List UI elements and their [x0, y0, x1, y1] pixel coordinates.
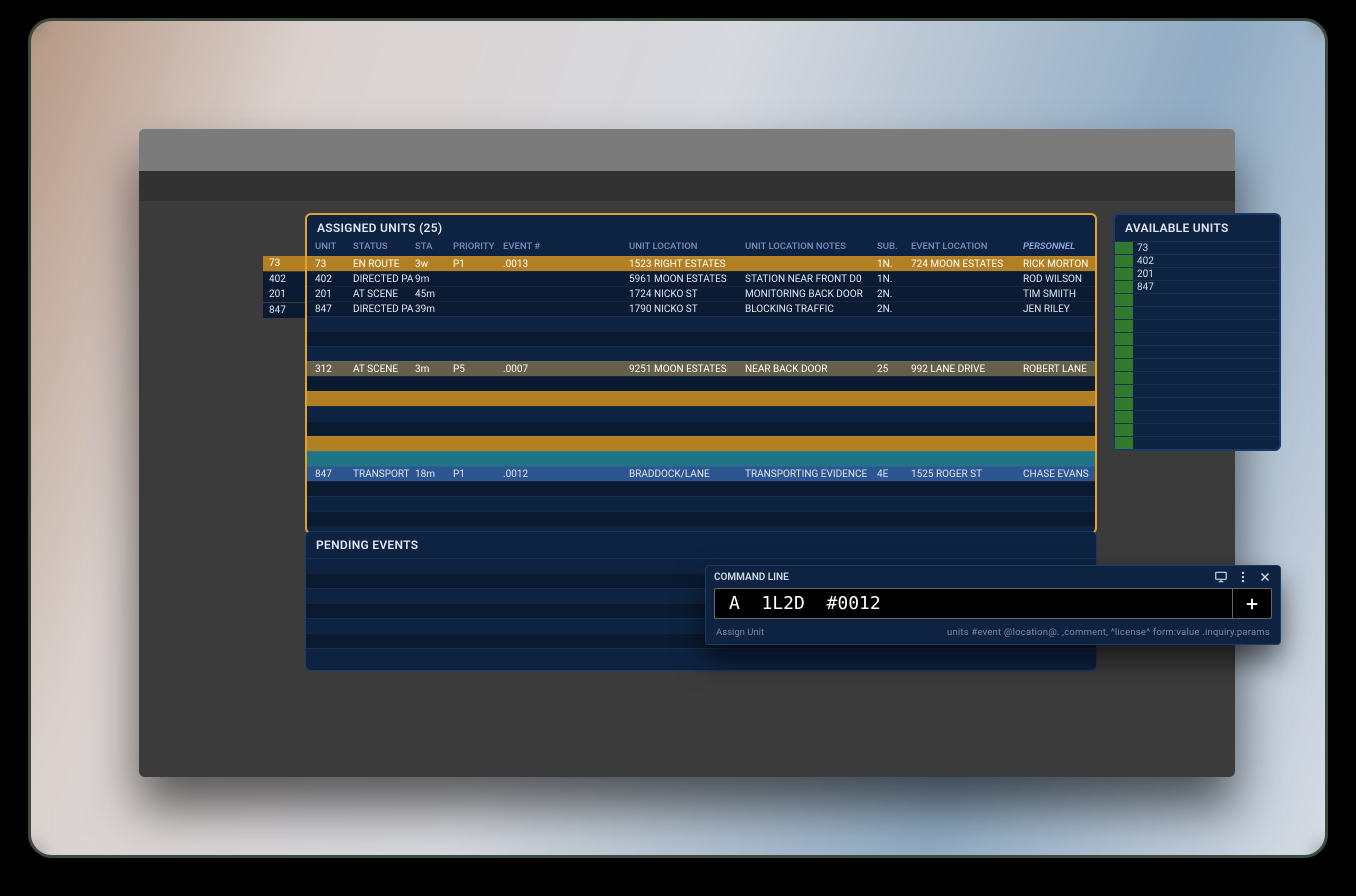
available-unit-row[interactable]	[1115, 332, 1279, 345]
table-row[interactable]	[307, 346, 1095, 361]
table-row[interactable]: 847DIRECTED PA39m1790 NICKO STBLOCKING T…	[307, 301, 1095, 316]
available-units-panel[interactable]: AVAILABLE UNITS 73402201847	[1113, 213, 1281, 451]
table-row[interactable]	[307, 496, 1095, 511]
table-row[interactable]	[307, 316, 1095, 331]
unit-badge[interactable]: 402	[263, 272, 305, 287]
table-row[interactable]	[307, 376, 1095, 391]
table-row[interactable]: 402DIRECTED PA9m5961 MOON ESTATESSTATION…	[307, 271, 1095, 286]
status-chip	[1115, 294, 1133, 306]
available-unit-row[interactable]	[1115, 423, 1279, 436]
available-unit-row[interactable]	[1115, 371, 1279, 384]
table-row[interactable]: 847TRANSPORT18mP1.0012BRADDOCK/LANETRANS…	[307, 466, 1095, 481]
status-chip	[1115, 281, 1133, 293]
pending-events-title: PENDING EVENTS	[306, 532, 1096, 558]
available-unit-row[interactable]: 847	[1115, 280, 1279, 293]
available-units-title: AVAILABLE UNITS	[1115, 215, 1279, 241]
command-hints: units #event @location@. ,comment, ^lice…	[947, 627, 1270, 638]
status-chip	[1115, 359, 1133, 371]
col-event[interactable]: EVENT #	[503, 241, 563, 252]
assigned-units-headers: UNIT STATUS STA PRIORITY EVENT # UNIT LO…	[307, 241, 1095, 256]
unit-badge[interactable]: 847	[263, 303, 305, 318]
command-input[interactable]	[714, 588, 1232, 619]
status-chip	[1115, 255, 1133, 267]
available-unit-row[interactable]	[1115, 345, 1279, 358]
unit-badge[interactable]: 201	[263, 287, 305, 302]
col-personnel[interactable]: PERSONNEL	[1023, 241, 1101, 252]
col-priority[interactable]: PRIORITY	[453, 241, 503, 252]
status-chip	[1115, 320, 1133, 332]
status-chip	[1115, 307, 1133, 319]
table-row[interactable]	[307, 481, 1095, 496]
table-row[interactable]	[307, 511, 1095, 526]
command-sub: Assign Unit	[716, 627, 764, 638]
table-row[interactable]	[307, 421, 1095, 436]
available-rows: 73402201847	[1115, 241, 1279, 449]
more-icon[interactable]	[1236, 570, 1250, 584]
window-titlebar[interactable]	[139, 129, 1235, 171]
table-row[interactable]	[307, 406, 1095, 421]
status-chip	[1115, 268, 1133, 280]
status-chip	[1115, 385, 1133, 397]
status-chip	[1115, 411, 1133, 423]
status-chip	[1115, 242, 1133, 254]
command-line-panel[interactable]: COMMAND LINE	[705, 565, 1281, 645]
device-frame: ASSIGNED UNITS (25) UNIT STATUS STA PRIO…	[28, 18, 1328, 858]
col-event-location[interactable]: EVENT LOCATION	[911, 241, 1023, 252]
table-row[interactable]: 201AT SCENE45m1724 NICKO STMONITORING BA…	[307, 286, 1095, 301]
col-status[interactable]: STATUS	[353, 241, 415, 252]
assigned-units-title: ASSIGNED UNITS (25)	[307, 215, 1095, 241]
assigned-units-panel[interactable]: ASSIGNED UNITS (25) UNIT STATUS STA PRIO…	[305, 213, 1097, 534]
available-unit-row[interactable]	[1115, 293, 1279, 306]
table-row[interactable]	[307, 331, 1095, 346]
table-row[interactable]: 312AT SCENE3mP5.00079251 MOON ESTATESNEA…	[307, 361, 1095, 376]
table-row[interactable]	[307, 451, 1095, 466]
available-unit-row[interactable]	[1115, 397, 1279, 410]
col-unit-location-notes[interactable]: UNIT LOCATION NOTES	[745, 241, 877, 252]
window-menubar[interactable]	[139, 171, 1235, 201]
unit-badge[interactable]: 73	[263, 256, 305, 271]
close-icon[interactable]	[1258, 570, 1272, 584]
table-row[interactable]: 73EN ROUTE3wP1.00131523 RIGHT ESTATES1N.…	[307, 256, 1095, 271]
status-chip	[1115, 437, 1133, 449]
screen-icon[interactable]	[1214, 570, 1228, 584]
col-sub[interactable]: SUB.	[877, 241, 911, 252]
status-chip	[1115, 372, 1133, 384]
available-unit-row[interactable]: 201	[1115, 267, 1279, 280]
available-unit-row[interactable]	[1115, 410, 1279, 423]
status-chip	[1115, 398, 1133, 410]
col-unit-location[interactable]: UNIT LOCATION	[629, 241, 745, 252]
available-unit-row[interactable]	[1115, 358, 1279, 371]
table-row[interactable]	[307, 391, 1095, 406]
status-chip	[1115, 346, 1133, 358]
available-unit-row[interactable]: 73	[1115, 241, 1279, 254]
available-unit-row[interactable]	[1115, 319, 1279, 332]
status-chip	[1115, 424, 1133, 436]
available-unit-row[interactable]	[1115, 306, 1279, 319]
app-window: ASSIGNED UNITS (25) UNIT STATUS STA PRIO…	[139, 129, 1235, 777]
assigned-rows: 73EN ROUTE3wP1.00131523 RIGHT ESTATES1N.…	[307, 256, 1095, 526]
available-unit-row[interactable]	[1115, 436, 1279, 449]
col-unit[interactable]: UNIT	[315, 241, 353, 252]
command-line-title: COMMAND LINE	[714, 572, 789, 583]
available-unit-row[interactable]	[1115, 384, 1279, 397]
table-row[interactable]	[307, 436, 1095, 451]
add-button[interactable]	[1232, 588, 1272, 619]
col-sta[interactable]: STA	[415, 241, 453, 252]
status-chip	[1115, 333, 1133, 345]
available-unit-row[interactable]: 402	[1115, 254, 1279, 267]
